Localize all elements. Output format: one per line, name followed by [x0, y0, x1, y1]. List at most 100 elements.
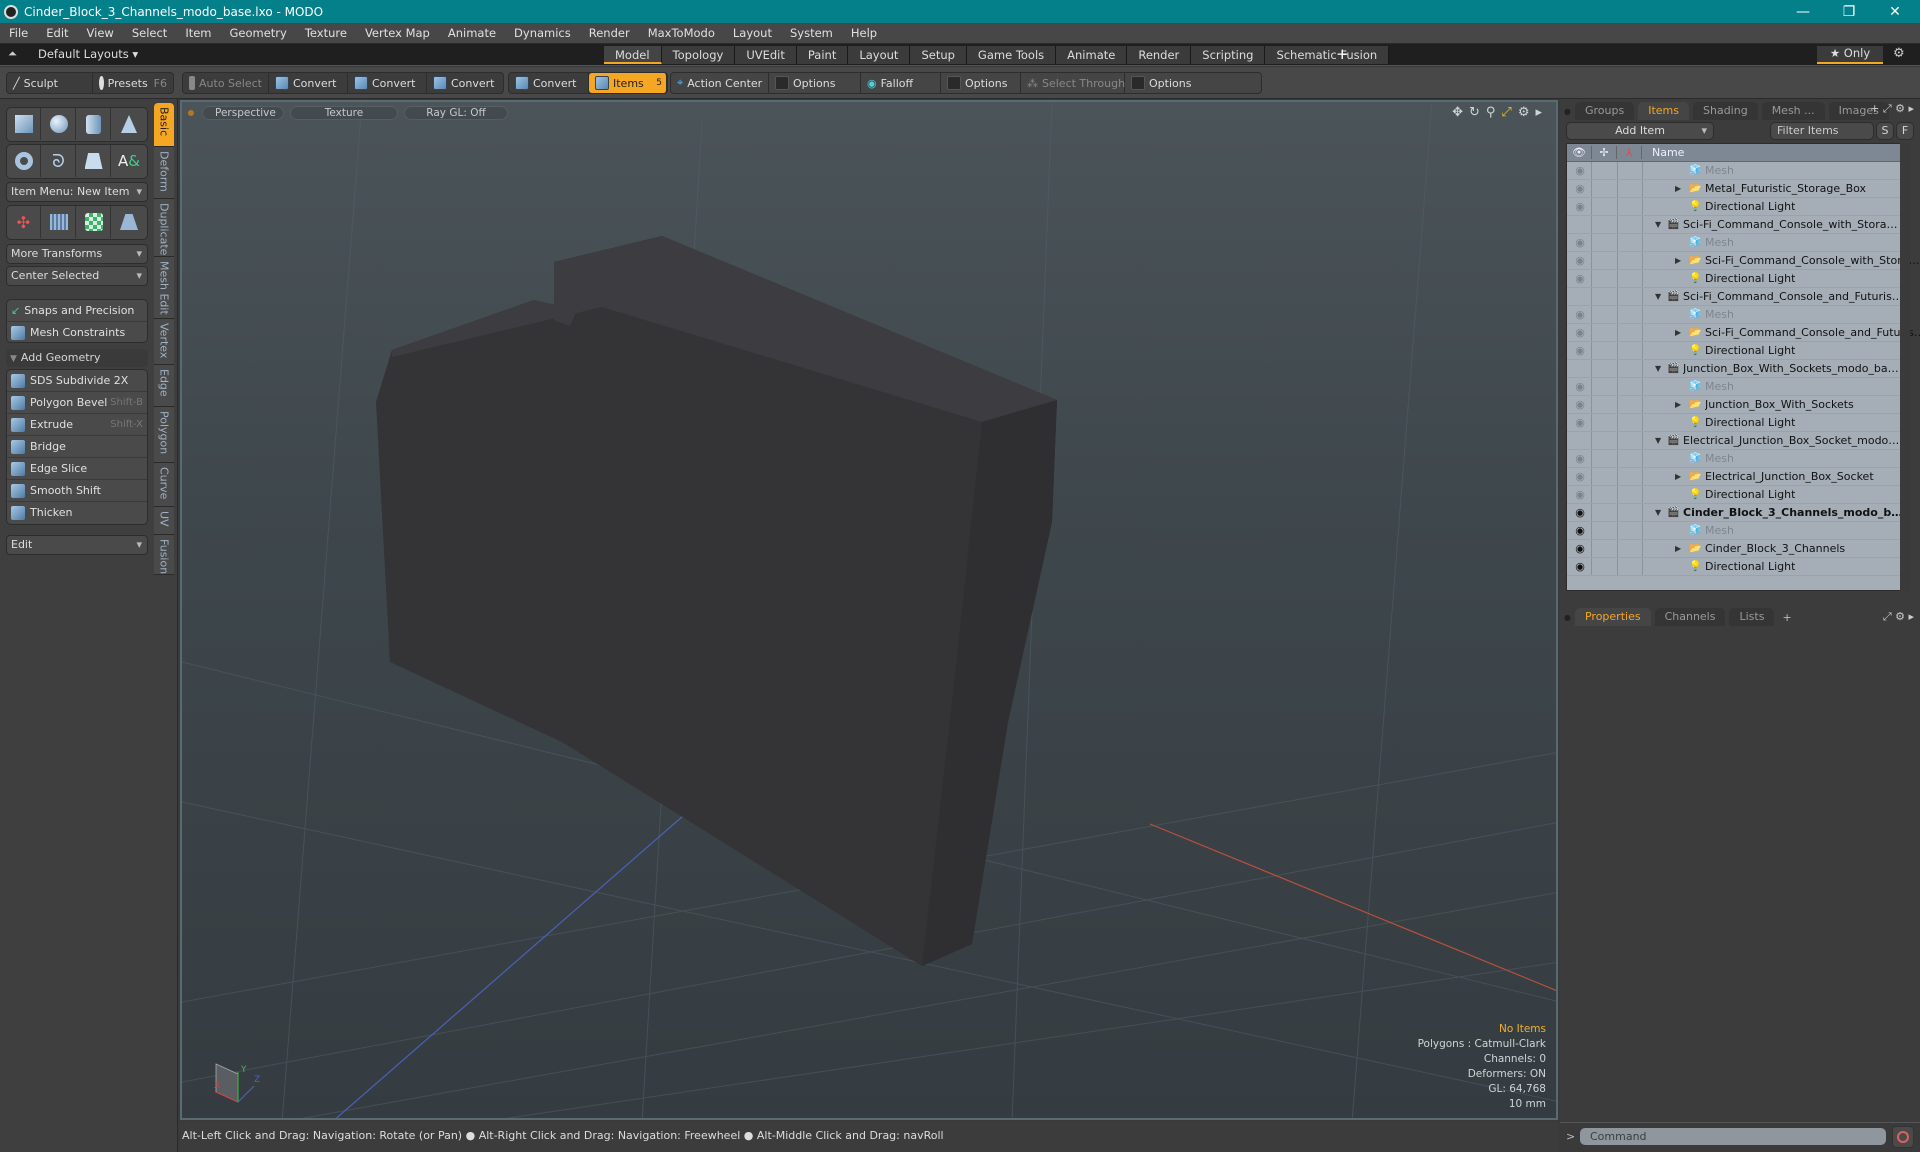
falloff-button[interactable]: ◉ Falloff: [861, 73, 941, 93]
visibility-eye-icon[interactable]: ◉: [1573, 344, 1587, 357]
visibility-eye-icon[interactable]: ◉: [1573, 236, 1587, 249]
tool-thicken[interactable]: Thicken: [7, 502, 147, 524]
layout-tab-paint[interactable]: Paint: [796, 46, 849, 64]
tree-row-light[interactable]: ◉ 💡 Directional Light: [1567, 342, 1901, 360]
vtab-polygon[interactable]: Polygon: [154, 407, 174, 463]
select-through-options-button[interactable]: Options: [1125, 73, 1205, 93]
tree-row-group[interactable]: ◉ ▶ 📂 Sci-Fi_Command_Console_and_Futuristi …: [1567, 324, 1920, 342]
restore-icon[interactable]: ❐: [1826, 0, 1872, 23]
more-transforms-dropdown[interactable]: More Transforms: [6, 244, 148, 264]
visibility-eye-icon[interactable]: ◉: [1573, 272, 1587, 285]
convert-items-button[interactable]: Convert: [509, 73, 589, 93]
torus-icon[interactable]: [7, 145, 41, 177]
menu-animate[interactable]: Animate: [439, 26, 505, 40]
tab-mesh[interactable]: Mesh ...: [1761, 102, 1825, 120]
presets-button[interactable]: Presets F6: [93, 73, 173, 93]
tab-groups[interactable]: Groups: [1574, 102, 1635, 120]
tree-row-group[interactable]: ◉ ▶ 📂 Junction_Box_With_Sockets: [1567, 396, 1901, 414]
layout-tab-topology[interactable]: Topology: [661, 46, 736, 64]
tree-row-mesh[interactable]: ◉ 🧊 Mesh: [1567, 450, 1901, 468]
tab-lists[interactable]: Lists: [1729, 608, 1775, 626]
tree-row-scene[interactable]: ◉ ▼ 🎬 Cinder_Block_3_Channels_modo_ba ...: [1567, 504, 1903, 522]
visibility-eye-icon[interactable]: ◉: [1573, 200, 1587, 213]
mesh-constraints-button[interactable]: Mesh Constraints: [7, 322, 147, 344]
lock-column-icon[interactable]: ✢: [1591, 146, 1616, 159]
menu-layout[interactable]: Layout: [724, 26, 781, 40]
visibility-eye-icon[interactable]: ◉: [1573, 308, 1587, 321]
tool-sds-subdivide-2x[interactable]: SDS Subdivide 2X: [7, 370, 147, 392]
rotate-icon[interactable]: ↻: [1469, 105, 1480, 120]
layout-tab-setup[interactable]: Setup: [910, 46, 967, 64]
visibility-column-eye-icon[interactable]: 👁: [1567, 146, 1591, 159]
tool-bridge[interactable]: Bridge: [7, 436, 147, 458]
visibility-eye-icon[interactable]: ◉: [1573, 524, 1587, 537]
expand-triangle-icon[interactable]: ▼: [1655, 508, 1661, 517]
items-mode-button[interactable]: Items 5: [589, 73, 667, 93]
layout-collapse-icon[interactable]: ⏶: [8, 47, 17, 61]
layout-tab-scripting[interactable]: Scripting: [1191, 46, 1266, 64]
menu-dynamics[interactable]: Dynamics: [505, 26, 580, 40]
menu-item[interactable]: Item: [176, 26, 220, 40]
command-input[interactable]: Command: [1580, 1128, 1886, 1145]
action-center-button[interactable]: ⌖ Action Center: [671, 73, 769, 93]
vtab-uv[interactable]: UV: [154, 507, 174, 535]
tool-smooth-shift[interactable]: Smooth Shift: [7, 480, 147, 502]
panel-gear-icon[interactable]: ⚙: [1895, 102, 1908, 115]
layout-tab-render[interactable]: Render: [1127, 46, 1192, 64]
name-column-header[interactable]: Name: [1641, 146, 1684, 159]
tree-row-scene[interactable]: ▼ 🎬 Sci-Fi_Command_Console_with_Storage_C …: [1567, 216, 1903, 234]
menu-render[interactable]: Render: [580, 26, 639, 40]
transform-gizmo-icon[interactable]: ✣: [7, 206, 41, 238]
expand-triangle-icon[interactable]: ▼: [1655, 436, 1661, 445]
taper-icon[interactable]: [112, 206, 146, 238]
pan-icon[interactable]: ✥: [1452, 105, 1463, 120]
lattice-icon[interactable]: [42, 206, 76, 238]
add-geometry-header[interactable]: ▼ Add Geometry: [6, 349, 148, 367]
convert-vertices-button[interactable]: Convert: [269, 73, 348, 93]
tab-items[interactable]: Items: [1638, 102, 1689, 120]
item-menu-dropdown[interactable]: Item Menu: New Item: [6, 182, 148, 202]
tree-row-mesh[interactable]: ◉ 🧊 Mesh: [1567, 378, 1901, 396]
tree-row-scene[interactable]: ▼ 🎬 Sci-Fi_Command_Console_and_Futuristic_…: [1567, 288, 1903, 306]
auto-select-button[interactable]: Auto Select: [183, 73, 269, 93]
raygl-toggle-button[interactable]: Ray GL: Off: [404, 106, 508, 120]
layout-tab-uvedit[interactable]: UVEdit: [735, 46, 797, 64]
falloff-options-button[interactable]: Options: [941, 73, 1021, 93]
vtab-deform[interactable]: Deform: [154, 147, 174, 199]
zoom-icon[interactable]: ⚲: [1486, 105, 1496, 120]
axis-column-icon[interactable]: ⅄: [1616, 146, 1641, 159]
tab-properties[interactable]: Properties: [1574, 608, 1651, 626]
expand-icon[interactable]: ⤢: [1883, 610, 1895, 623]
add-tab-icon[interactable]: +: [1782, 611, 1791, 624]
tree-row-scene[interactable]: ▼ 🎬 Junction_Box_With_Sockets_modo_base.lx…: [1567, 360, 1903, 378]
menu-maxtomodo[interactable]: MaxToModo: [639, 26, 724, 40]
tree-row-light[interactable]: ◉ 💡 Directional Light: [1567, 558, 1901, 576]
tree-row-light[interactable]: ◉ 💡 Directional Light: [1567, 270, 1901, 288]
vtab-basic[interactable]: Basic: [154, 103, 174, 147]
vtab-vertex[interactable]: Vertex: [154, 319, 174, 365]
menu-file[interactable]: File: [0, 26, 37, 40]
menu-vertex-map[interactable]: Vertex Map: [356, 26, 439, 40]
pen-polygon-icon[interactable]: [77, 145, 111, 177]
expand-triangle-icon[interactable]: ▼: [1655, 220, 1661, 229]
sphere-icon[interactable]: [42, 108, 76, 140]
menu-texture[interactable]: Texture: [296, 26, 356, 40]
snaps-and-precision-button[interactable]: ↙ Snaps and Precision: [7, 300, 147, 322]
visibility-eye-icon[interactable]: ◉: [1573, 542, 1587, 555]
expand-arrow-icon[interactable]: ▶: [1675, 256, 1681, 265]
menu-select[interactable]: Select: [123, 26, 176, 40]
spiral-icon[interactable]: ᘐ: [42, 145, 76, 177]
convert-edges-button[interactable]: Convert: [348, 73, 427, 93]
convert-polygons-button[interactable]: Convert: [427, 73, 503, 93]
menu-geometry[interactable]: Geometry: [221, 26, 296, 40]
vtab-curve[interactable]: Curve: [154, 463, 174, 507]
tree-row-scene[interactable]: ▼ 🎬 Electrical_Junction_Box_Socket_modo_ba…: [1567, 432, 1903, 450]
tool-polygon-bevel[interactable]: Polygon Bevel Shift-B: [7, 392, 147, 414]
only-toggle[interactable]: ★ Only: [1817, 46, 1883, 64]
cylinder-icon[interactable]: [77, 108, 111, 140]
tree-row-mesh[interactable]: ◉ 🧊 Mesh: [1567, 234, 1901, 252]
visibility-eye-icon[interactable]: ◉: [1573, 488, 1587, 501]
vtab-duplicate[interactable]: Duplicate: [154, 199, 174, 257]
layout-tab-model[interactable]: Model: [604, 46, 662, 64]
layout-tab-schematic-fusion[interactable]: Schematic Fusion: [1265, 46, 1390, 64]
